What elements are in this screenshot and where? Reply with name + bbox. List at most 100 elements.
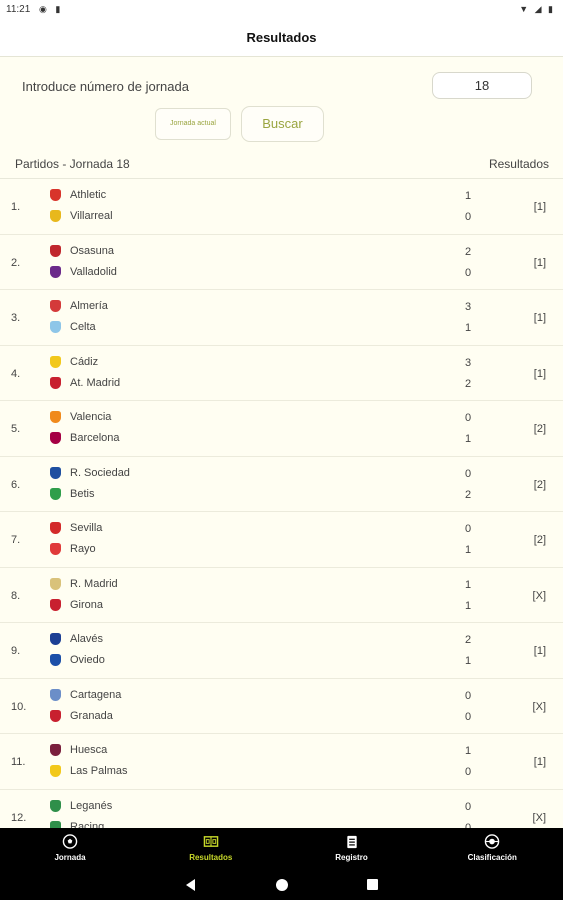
match-result: [2]: [533, 423, 546, 435]
team-crest-icon: [50, 765, 61, 778]
away-team-name: Barcelona: [70, 432, 120, 445]
away-team: Valladolid: [50, 265, 117, 282]
home-team-name: Leganés: [70, 799, 113, 812]
away-team: Celta: [50, 321, 96, 337]
home-score: 0: [464, 467, 472, 480]
away-score: 1: [464, 599, 472, 612]
home-team-name: Huesca: [70, 744, 108, 757]
away-team-name: At. Madrid: [70, 376, 121, 389]
home-team: Sevilla: [50, 522, 102, 538]
team-crest-icon: [50, 487, 61, 500]
match-list[interactable]: 1. Athletic Villarreal 1 0 [1] 2. Osasuna Vallad…: [0, 179, 563, 828]
match-result: [2]: [533, 478, 546, 491]
match-row[interactable]: 2. Osasuna Valladolid 2 0 [1]: [0, 235, 563, 290]
home-score: 2: [464, 634, 472, 646]
match-number: 3.: [11, 312, 21, 324]
team-crest-icon: [50, 355, 61, 368]
match-row[interactable]: 8. R. Madrid Girona 1 1 [X]: [0, 568, 563, 623]
home-team-name: Almería: [70, 300, 108, 313]
nav-item-label: Registro: [335, 853, 368, 862]
match-number: 4.: [11, 367, 21, 380]
team-crest-icon: [50, 799, 61, 812]
away-score: 0: [464, 266, 472, 279]
home-team: Osasuna: [50, 244, 115, 261]
home-score: 0: [464, 800, 472, 813]
home-score: 1: [464, 745, 472, 757]
team-crest-icon: [50, 411, 61, 424]
match-row[interactable]: 6. R. Sociedad Betis 0 2 [2]: [0, 457, 563, 512]
home-score: 1: [464, 578, 472, 591]
match-row[interactable]: 10. Cartagena Granada 0 0 [X]: [0, 679, 563, 734]
match-row[interactable]: 9. Alavés Oviedo 2 1 [1]: [0, 623, 563, 679]
home-team-name: Sevilla: [70, 522, 103, 535]
away-team-name: Celta: [70, 321, 96, 334]
team-crest-icon: [50, 654, 61, 667]
home-team-name: Valencia: [70, 411, 112, 424]
home-score: 0: [464, 412, 472, 424]
home-team: Valencia: [50, 411, 111, 427]
home-team: Alavés: [50, 633, 103, 649]
match-row[interactable]: 1. Athletic Villarreal 1 0 [1]: [0, 179, 563, 235]
jornada-actual-button[interactable]: Jornada actual: [155, 108, 231, 140]
home-score: 0: [464, 689, 472, 702]
home-team-name: Cádiz: [70, 355, 99, 368]
nav-item-clasificación[interactable]: Clasificación: [422, 828, 562, 870]
home-team: Huesca: [50, 744, 107, 760]
team-crest-icon: [50, 744, 61, 757]
away-score: 1: [464, 544, 472, 556]
match-result: [1]: [533, 367, 546, 380]
away-team: Oviedo: [50, 654, 105, 670]
nav-item-label: Resultados: [189, 853, 233, 862]
buscar-button[interactable]: Buscar: [241, 106, 324, 142]
match-result: [2]: [533, 534, 546, 546]
match-result: [1]: [533, 256, 546, 269]
nav-item-registro[interactable]: Registro: [282, 828, 422, 870]
match-row[interactable]: 11. Huesca Las Palmas 1 0 [1]: [0, 734, 563, 790]
list-header-results: Resultados: [488, 157, 549, 171]
recents-icon[interactable]: [367, 879, 378, 890]
jornada-input[interactable]: [432, 72, 532, 99]
match-row[interactable]: 12. Leganés Racing 0 0 [X]: [0, 790, 563, 828]
match-result: [1]: [533, 201, 546, 213]
home-team: R. Sociedad: [50, 466, 130, 483]
nav-item-resultados[interactable]: Resultados: [141, 828, 281, 870]
system-status-icons: ▼ ◢ ▮: [519, 4, 555, 14]
away-team-name: Betis: [70, 487, 95, 500]
notification-icons: ◉ ▮: [39, 4, 64, 14]
home-score: 0: [464, 523, 472, 535]
back-icon[interactable]: [186, 879, 195, 891]
match-row[interactable]: 5. Valencia Barcelona 0 1 [2]: [0, 401, 563, 457]
away-score: 1: [464, 655, 472, 667]
match-number: 5.: [11, 423, 21, 435]
trophy-icon: [484, 834, 500, 849]
nav-item-jornada[interactable]: Jornada: [0, 828, 140, 870]
match-number: 12.: [11, 811, 27, 824]
match-result: [X]: [532, 811, 546, 824]
team-crest-icon: [50, 376, 61, 389]
away-team-name: Rayo: [70, 543, 96, 556]
team-crest-icon: [50, 522, 61, 535]
system-navigation-bar: [0, 870, 563, 900]
away-score: 1: [464, 322, 472, 334]
team-crest-icon: [50, 244, 61, 257]
home-icon[interactable]: [276, 879, 288, 891]
team-crest-icon: [50, 820, 61, 828]
status-bar: 11:21 ◉ ▮ ▼ ◢ ▮: [0, 0, 563, 20]
team-crest-icon: [50, 432, 61, 445]
away-team: Las Palmas: [50, 765, 127, 781]
match-row[interactable]: 7. Sevilla Rayo 0 1 [2]: [0, 512, 563, 568]
home-score: 1: [464, 190, 472, 202]
team-crest-icon: [50, 709, 61, 722]
team-crest-icon: [50, 189, 61, 202]
soccer-ball-icon: [62, 834, 78, 849]
home-team-name: Osasuna: [70, 244, 115, 257]
match-result: [X]: [532, 589, 546, 602]
home-team-name: Alavés: [70, 633, 104, 646]
away-team-name: Las Palmas: [70, 765, 128, 778]
app-bar: Resultados: [0, 20, 563, 57]
away-score: 1: [464, 433, 472, 445]
match-row[interactable]: 3. Almería Celta 3 1 [1]: [0, 290, 563, 346]
clipboard-icon: [344, 834, 360, 849]
away-team-name: Racing: [70, 820, 105, 828]
match-row[interactable]: 4. Cádiz At. Madrid 3 2 [1]: [0, 346, 563, 401]
